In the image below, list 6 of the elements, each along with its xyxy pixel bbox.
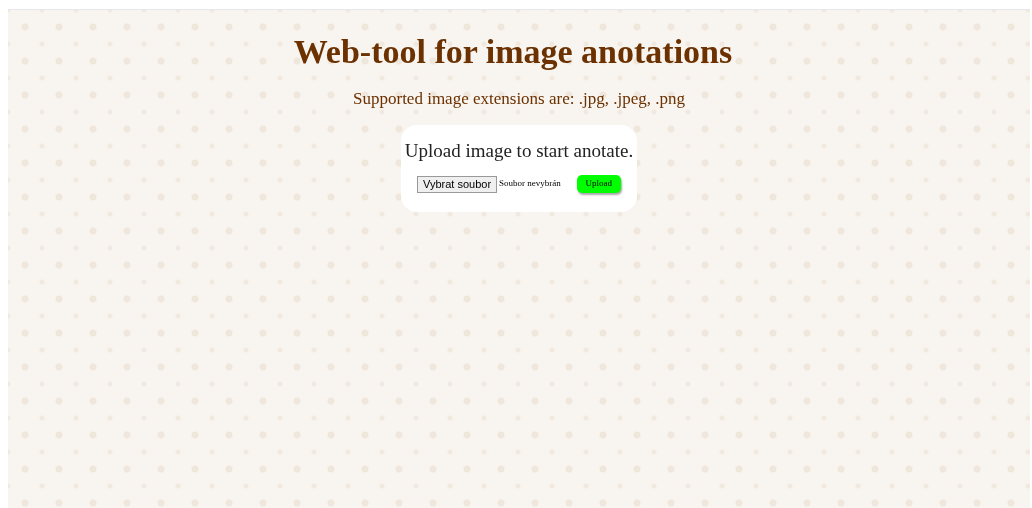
choose-file-button[interactable]: Vybrat soubor (417, 175, 498, 193)
subtitle: Supported image extensions are: .jpg, .jpeg, .png (353, 88, 685, 110)
file-status: Soubor nevybrán (499, 177, 561, 191)
upload-button[interactable]: Upload (576, 175, 621, 193)
page-title: Web-tool for image anotations (293, 32, 733, 72)
card-heading: Upload image to start anotate. (404, 139, 634, 163)
